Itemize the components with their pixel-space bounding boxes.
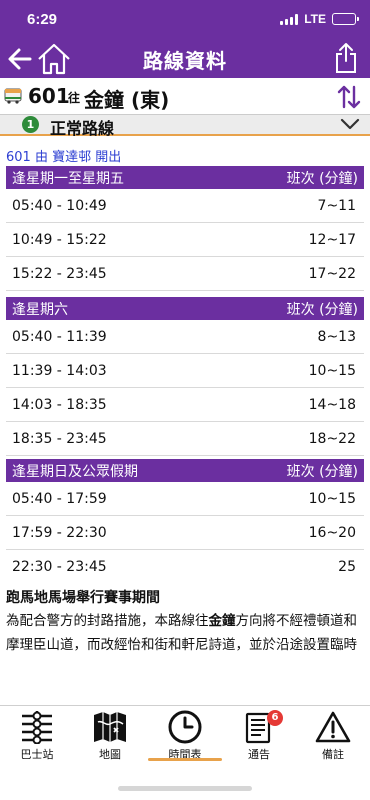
section-header: 逢星期六 班次 (分鐘) — [6, 297, 364, 320]
interval-value: 18~22 — [308, 430, 356, 447]
chevron-down-icon[interactable] — [340, 117, 360, 131]
table-row: 05:40 - 10:49 7~11 — [6, 189, 364, 223]
tab-remarks[interactable]: 備註 — [303, 710, 363, 762]
tab-label: 地圖 — [99, 748, 121, 761]
page-title: 路線資料 — [143, 49, 227, 73]
interval-column-header: 班次 (分鐘) — [286, 301, 358, 318]
table-row: 14:03 - 18:35 14~18 — [6, 388, 364, 422]
section-title: 逢星期六 — [12, 301, 68, 318]
map-icon — [94, 712, 126, 742]
notice-text-bold: 金鐘 — [208, 613, 236, 629]
section-header: 逢星期日及公眾假期 班次 (分鐘) — [6, 459, 364, 482]
time-range: 11:39 - 14:03 — [12, 362, 107, 379]
table-row: 11:39 - 14:03 10~15 — [6, 354, 364, 388]
interval-value: 10~15 — [308, 490, 356, 507]
bus-icon — [4, 88, 22, 104]
table-row: 15:22 - 23:45 17~22 — [6, 257, 364, 291]
interval-value: 10~15 — [308, 362, 356, 379]
status-right: LTE — [280, 12, 359, 26]
signal-icon — [280, 13, 299, 25]
interval-value: 8~13 — [317, 328, 356, 345]
section-title: 逢星期一至星期五 — [12, 170, 124, 187]
tab-label: 備註 — [322, 748, 344, 761]
time-range: 15:22 - 23:45 — [12, 265, 107, 282]
route-destination: 金鐘 (東) — [84, 88, 170, 112]
route-number: 601 — [28, 84, 70, 108]
table-row: 17:59 - 22:30 16~20 — [6, 516, 364, 550]
status-time: 6:29 — [27, 11, 58, 28]
time-range: 05:40 - 17:59 — [12, 490, 107, 507]
interval-value: 12~17 — [308, 231, 356, 248]
interval-column-header: 班次 (分鐘) — [286, 170, 358, 187]
interval-value: 17~22 — [308, 265, 356, 282]
battery-icon — [332, 13, 359, 25]
clock-icon — [168, 710, 202, 744]
app-header: 6:29 LTE 路線資料 — [0, 0, 370, 78]
section-title: 逢星期日及公眾假期 — [12, 463, 138, 480]
network-label: LTE — [304, 12, 326, 26]
interval-column-header: 班次 (分鐘) — [286, 463, 358, 480]
interval-value: 7~11 — [317, 197, 356, 214]
time-range: 18:35 - 23:45 — [12, 430, 107, 447]
tab-label: 巴士站 — [20, 748, 54, 761]
time-range: 17:59 - 22:30 — [12, 524, 107, 541]
notice-text-pre: 為配合警方的封路措施，本路線往 — [6, 613, 209, 629]
table-row: 05:40 - 11:39 8~13 — [6, 320, 364, 354]
interval-value: 16~20 — [308, 524, 356, 541]
timetable-holiday: 逢星期日及公眾假期 班次 (分鐘) 05:40 - 17:59 10~15 17… — [6, 459, 364, 584]
swap-direction-icon[interactable] — [336, 84, 362, 110]
warning-icon — [315, 711, 351, 743]
home-indicator — [118, 786, 252, 791]
route-to-prefix: 往 — [68, 91, 81, 105]
time-range: 05:40 - 11:39 — [12, 328, 107, 345]
bus-stop-icon — [22, 711, 52, 744]
status-bar: 6:29 LTE — [0, 0, 370, 38]
time-range: 22:30 - 23:45 — [12, 559, 107, 575]
table-row: 22:30 - 23:45 25 — [6, 550, 364, 584]
interval-value: 25 — [338, 559, 356, 575]
notice-count-badge: 6 — [267, 710, 283, 726]
time-range: 14:03 - 18:35 — [12, 396, 107, 413]
time-range: 10:49 - 15:22 — [12, 231, 107, 248]
table-row: 18:35 - 23:45 18~22 — [6, 422, 364, 456]
table-row: 05:40 - 17:59 10~15 — [6, 482, 364, 516]
tab-bus-stops[interactable]: 巴士站 — [7, 710, 67, 762]
tab-timetable[interactable]: 時間表 — [155, 710, 215, 762]
section-header: 逢星期一至星期五 班次 (分鐘) — [6, 166, 364, 189]
tab-map[interactable]: 地圖 — [80, 710, 140, 762]
share-icon[interactable] — [334, 42, 358, 74]
notice-body: 為配合警方的封路措施，本路線往金鐘方向將不經禮頓道和摩理臣山道，而改經怡和街和軒… — [6, 609, 364, 657]
time-range: 05:40 - 10:49 — [12, 197, 107, 214]
interval-value: 14~18 — [308, 396, 356, 413]
table-row: 10:49 - 15:22 12~17 — [6, 223, 364, 257]
variant-label: 正常路線 — [50, 119, 115, 138]
notice-title: 跑馬地馬場舉行賽事期間 — [6, 590, 160, 606]
timetable-weekday: 逢星期一至星期五 班次 (分鐘) 05:40 - 10:49 7~11 10:4… — [6, 166, 364, 291]
timetable-saturday: 逢星期六 班次 (分鐘) 05:40 - 11:39 8~13 11:39 - … — [6, 297, 364, 456]
depart-info: 601 由 寶達邨 開出 — [6, 150, 122, 165]
variant-number-badge: 1 — [22, 116, 39, 133]
active-tab-indicator — [148, 758, 222, 761]
tab-label: 通告 — [248, 748, 270, 761]
